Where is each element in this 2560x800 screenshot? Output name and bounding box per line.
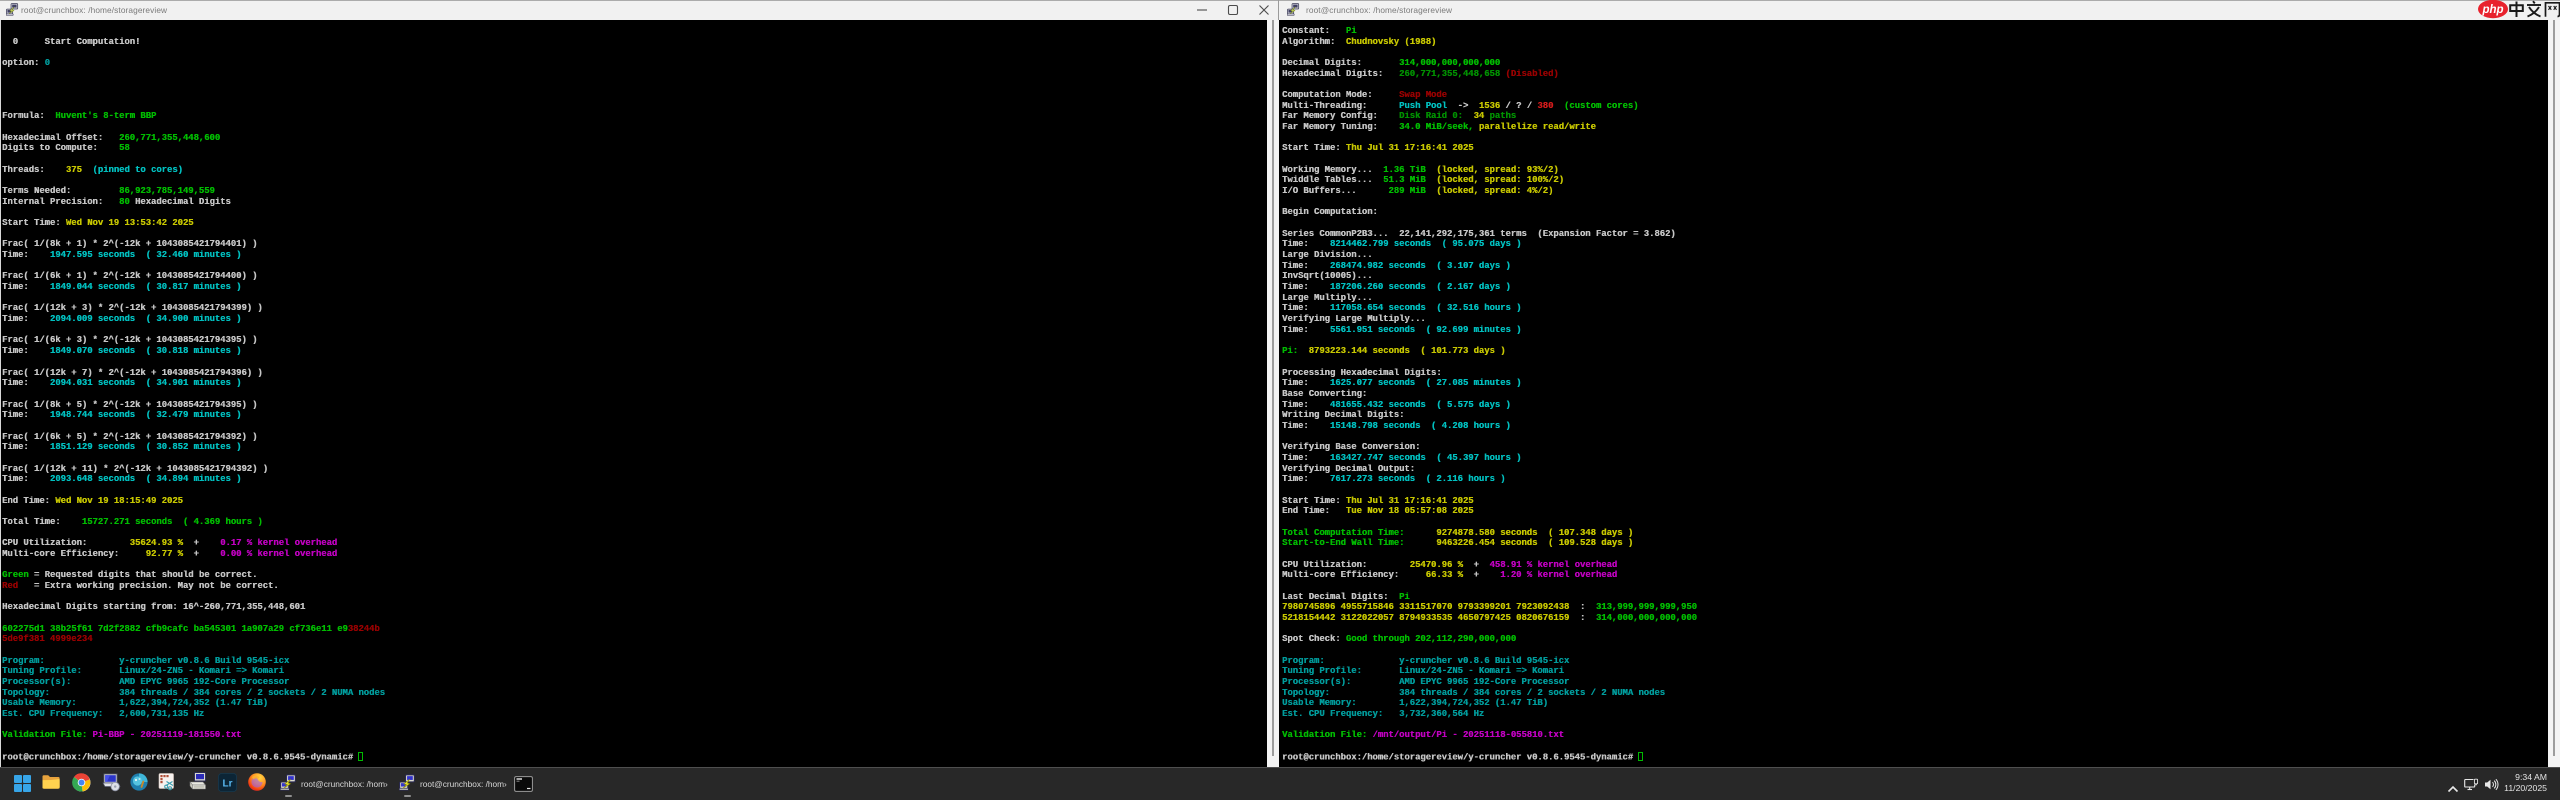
svg-text:Lr: Lr: [223, 779, 233, 790]
svg-text:php: php: [2481, 4, 2503, 16]
